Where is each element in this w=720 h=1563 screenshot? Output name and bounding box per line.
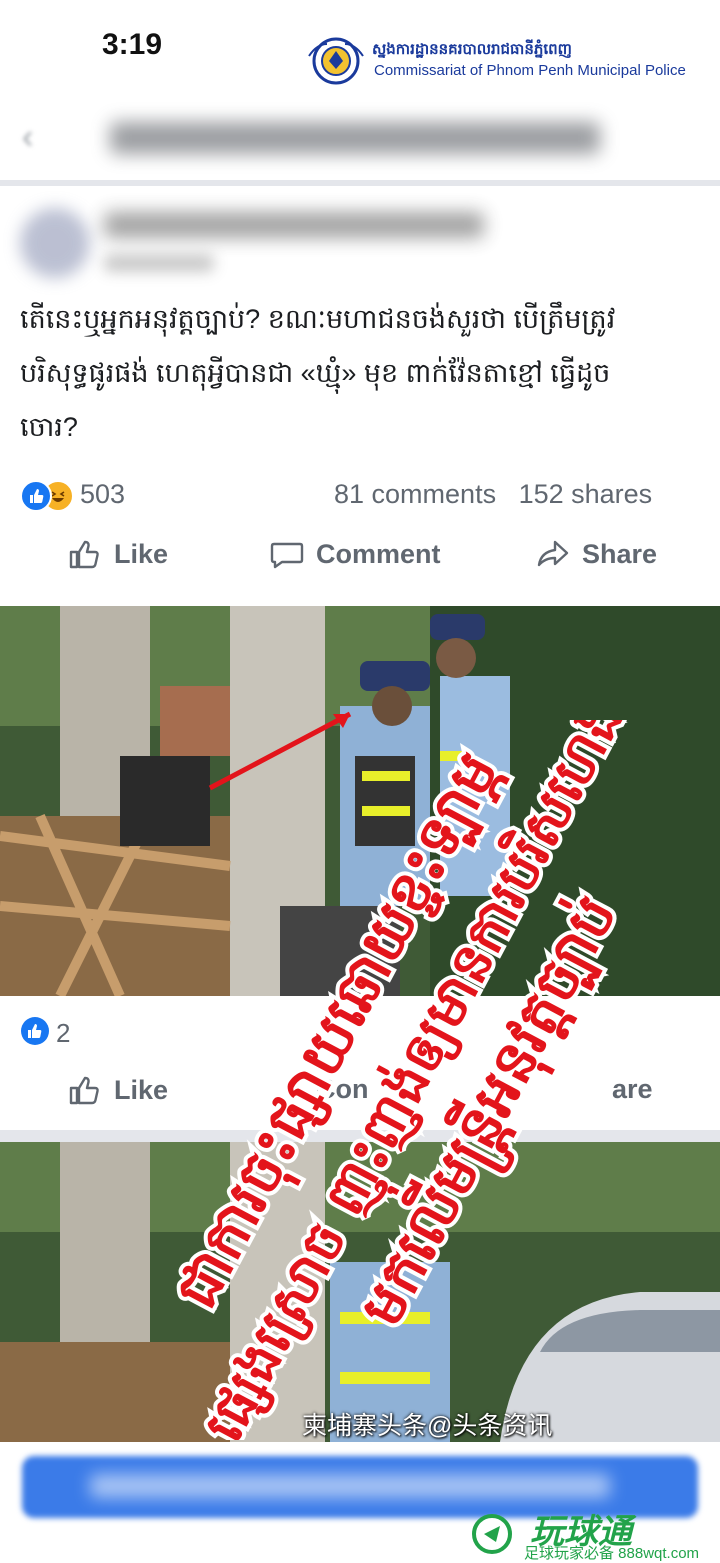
post-action-bar: Like Comment Share	[0, 526, 720, 594]
post-text-line: បរិសុទ្ធផូរផង់ ហេតុអ្វីបានជា «ឃ្មុំ» មុខ…	[20, 358, 611, 388]
blurred-post-time	[104, 254, 214, 272]
comment-button[interactable]: Comment	[270, 538, 441, 570]
like-button[interactable]: Like	[68, 538, 168, 570]
comment-label: Comment	[316, 538, 441, 569]
share-label: Share	[582, 538, 658, 569]
police-emblem-icon	[308, 37, 364, 85]
thumbs-up-icon	[69, 1076, 99, 1105]
status-time: 3:19	[102, 28, 163, 61]
like-label: Like	[114, 538, 169, 569]
police-org-english: Commissariat of Phnom Penh Municipal Pol…	[374, 62, 686, 79]
blurred-page-name[interactable]	[104, 212, 484, 238]
disclaimer-overlay: ជាការចុះផ្សាយឆោយខ្ចះទ្បាម្ភ ផ្សេងស្រោច ញ…	[170, 720, 650, 1440]
blurred-page-title	[110, 122, 600, 154]
post-text: តើនេះឬអ្នកអនុវត្តច្បាប់? ខណៈមហាជនចង់សួរថ…	[20, 292, 700, 454]
watermark-logo-icon	[472, 1514, 512, 1554]
back-arrow-icon[interactable]: ‹	[22, 118, 33, 157]
engagement-stats[interactable]: 81 comments 152 shares	[334, 479, 652, 510]
blurred-message-label	[90, 1474, 610, 1498]
comment-bubble-icon	[270, 542, 304, 569]
reaction-count[interactable]: 2	[56, 1018, 70, 1049]
thumbs-up-icon	[69, 540, 99, 569]
share-count[interactable]: 152 shares	[519, 479, 653, 509]
reaction-count[interactable]: 503	[80, 479, 125, 510]
avatar[interactable]	[20, 208, 90, 278]
post-text-line: តើនេះឬអ្នកអនុវត្តច្បាប់? ខណៈមហាជនចង់សួរថ…	[20, 304, 616, 334]
like-label: Like	[114, 1074, 169, 1105]
like-button[interactable]: Like	[68, 1074, 168, 1106]
like-reaction-icon	[20, 480, 52, 512]
share-button[interactable]: Share	[536, 538, 657, 570]
like-reaction-icon[interactable]	[20, 1016, 50, 1046]
source-credit: 柬埔寨头条@头条资讯	[302, 1412, 553, 1440]
police-org-khmer: ស្នងការដ្ឋាននគរបាលរាជធានីភ្នំពេញ	[372, 41, 572, 58]
post-text-line: ចោរ?	[20, 412, 78, 442]
comment-count[interactable]: 81 comments	[334, 479, 496, 509]
watermark-subtitle: 足球玩家必备 888wqt.com	[524, 1545, 700, 1562]
share-arrow-icon	[537, 540, 569, 567]
